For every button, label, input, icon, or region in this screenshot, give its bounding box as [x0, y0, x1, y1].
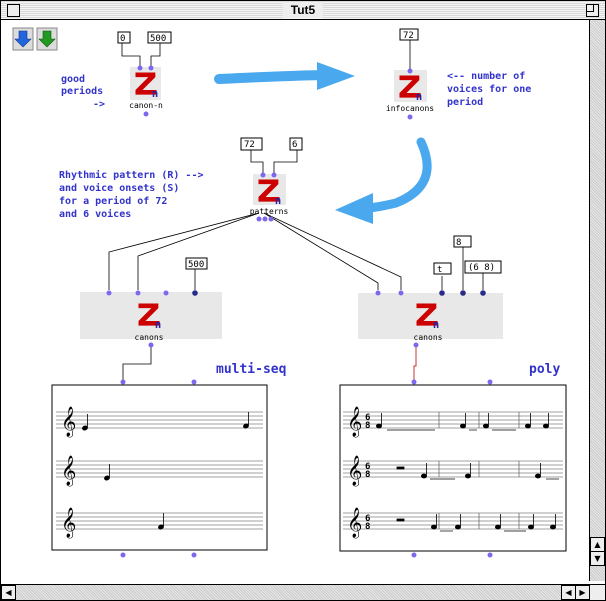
horizontal-scrollbar[interactable]: ◀ ◀ ▶ — [1, 584, 590, 600]
svg-text:8: 8 — [365, 470, 370, 480]
multi-seq-title: multi-seq — [216, 362, 286, 377]
window-title: Tut5 — [282, 2, 324, 18]
canons-right-label: canons — [414, 333, 443, 342]
close-box[interactable] — [7, 4, 20, 17]
patterns-box[interactable]: 72 6 patterns — [240, 137, 303, 222]
comment-good-periods-1: good — [61, 74, 85, 85]
vertical-scrollbar[interactable]: ▲ ▼ — [589, 20, 605, 581]
infocanons-label: infocanons — [386, 104, 434, 113]
comment-voices-1: <-- number of — [447, 71, 525, 82]
blue-down-arrow-icon[interactable] — [12, 27, 34, 51]
svg-text:𝄞: 𝄞 — [61, 406, 76, 438]
scroll-right-left-side-icon[interactable]: ◀ — [561, 585, 576, 600]
title-bar[interactable]: Tut5 — [1, 1, 605, 20]
scroll-right-icon[interactable]: ▶ — [575, 585, 590, 600]
canons-left-input-500[interactable]: 500 — [188, 260, 204, 270]
comment-rhythmic-2: and voice onsets (S) — [59, 182, 179, 194]
comment-voices-3: period — [447, 96, 483, 108]
canons-right-input-8[interactable]: 8 — [456, 238, 461, 248]
svg-text:8: 8 — [365, 522, 370, 532]
comment-rhythmic-4: and 6 voices — [59, 208, 131, 220]
comment-rhythmic-3: for a period of 72 — [59, 195, 167, 207]
svg-text:𝄞: 𝄞 — [347, 455, 362, 487]
multi-seq-editor[interactable]: 𝄞 𝄞 𝄞 — [51, 379, 268, 558]
scroll-up-icon[interactable]: ▲ — [590, 537, 605, 552]
patch-window: Tut5 n — [0, 0, 606, 601]
svg-text:𝄞: 𝄞 — [347, 507, 362, 539]
comment-rhythmic-1: Rhythmic pattern (R) --> — [59, 169, 204, 181]
patch-canvas[interactable]: n — [1, 20, 589, 581]
treble-clef-icon: 𝄞 𝄞 𝄞 — [61, 406, 76, 539]
green-down-arrow-icon[interactable] — [36, 27, 58, 51]
canon-n-box[interactable]: 0 500 canon-n — [117, 31, 172, 117]
canons-right-input-t[interactable]: t — [437, 265, 442, 275]
time-signature: 68 68 68 — [365, 413, 370, 532]
svg-text:𝄞: 𝄞 — [61, 455, 76, 487]
canons-left-box[interactable]: 500 canons — [80, 257, 222, 348]
comment-voices-2: voices for one — [447, 83, 531, 95]
grow-box[interactable] — [589, 584, 605, 600]
scroll-down-icon[interactable]: ▼ — [590, 551, 605, 566]
poly-editor[interactable]: 𝄞 𝄞 𝄞 68 68 68 — [339, 379, 567, 558]
canon-n-input-500[interactable]: 500 — [150, 34, 166, 44]
comment-good-periods-3: -> — [93, 99, 105, 110]
canons-right-box[interactable]: 8 t (6 8) canons — [358, 235, 503, 348]
patterns-input-6[interactable]: 6 — [292, 140, 297, 150]
infocanons-input-72[interactable]: 72 — [403, 31, 414, 41]
svg-text:𝄞: 𝄞 — [61, 507, 76, 539]
flow-arrow-right-icon — [214, 62, 355, 90]
poly-title: poly — [529, 362, 560, 377]
canon-n-input-0[interactable]: 0 — [120, 34, 125, 44]
patterns-label: patterns — [250, 207, 289, 216]
canons-left-label: canons — [135, 333, 164, 342]
zoom-box[interactable] — [586, 4, 599, 17]
comment-good-periods-2: periods — [61, 85, 103, 97]
svg-text:8: 8 — [365, 421, 370, 431]
patterns-input-72[interactable]: 72 — [244, 140, 255, 150]
canons-right-input-list[interactable]: (6 8) — [468, 263, 495, 273]
flow-arrow-curved-icon — [335, 137, 432, 224]
svg-text:𝄞: 𝄞 — [347, 406, 362, 438]
canon-n-label: canon-n — [129, 101, 163, 110]
treble-clef-icon: 𝄞 𝄞 𝄞 — [347, 406, 362, 539]
scroll-left-icon[interactable]: ◀ — [1, 585, 16, 600]
